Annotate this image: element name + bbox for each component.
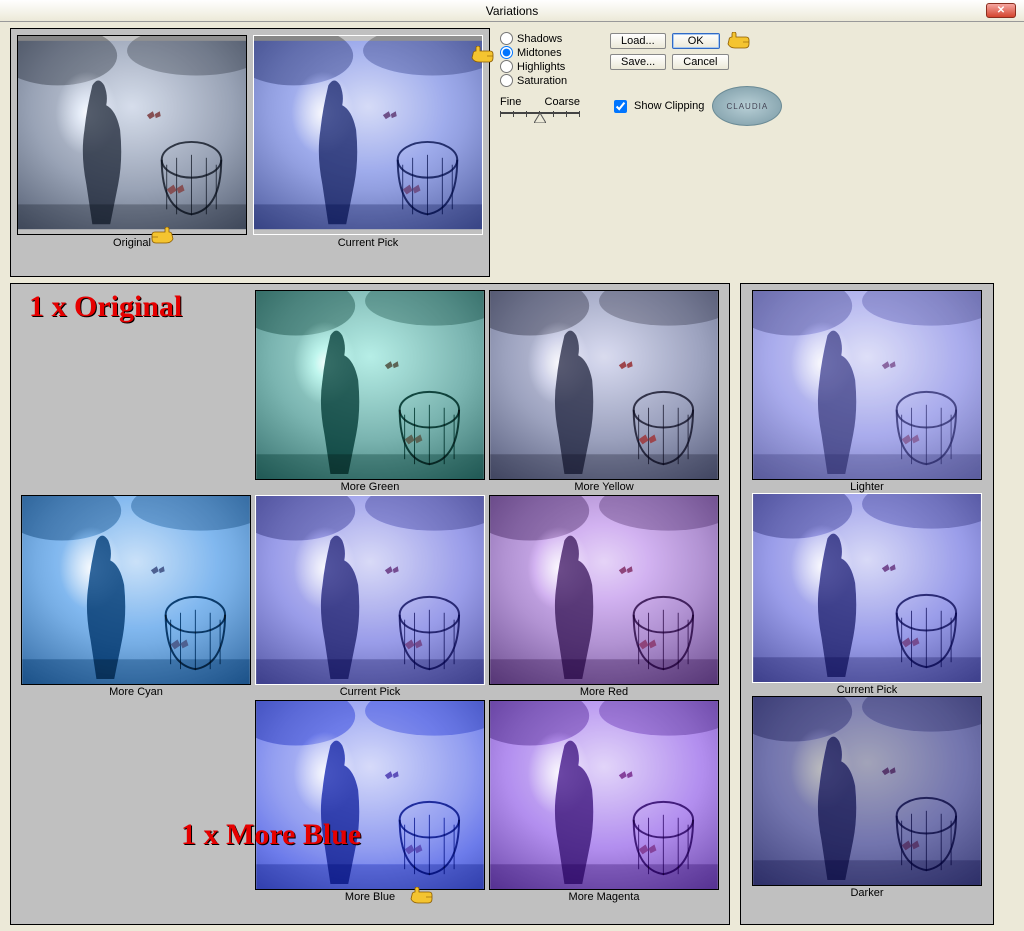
original-label: Original <box>17 237 247 249</box>
brightness-panel: Lighter Current Pick Darker <box>740 283 994 925</box>
hand-icon <box>726 32 752 50</box>
hand-icon <box>409 887 435 905</box>
annotation-more-blue: 1 x More Blue <box>181 818 361 852</box>
current-pick-thumb[interactable] <box>253 35 483 235</box>
preview-box: Original Current Pick <box>10 28 490 277</box>
tone-controls: Shadows Midtones Highlights Saturation F… <box>500 28 580 117</box>
save-button[interactable]: Save... <box>610 54 666 70</box>
more-green-cell[interactable]: More Green <box>254 290 486 493</box>
radio-shadows[interactable]: Shadows <box>500 32 580 45</box>
titlebar: Variations ✕ <box>0 0 1024 22</box>
close-button[interactable]: ✕ <box>986 3 1016 18</box>
ok-button[interactable]: OK <box>672 33 720 49</box>
load-button[interactable]: Load... <box>610 33 666 49</box>
more-magenta-cell[interactable]: More Magenta <box>488 700 720 903</box>
darker-cell[interactable]: Darker <box>752 696 982 899</box>
window-title: Variations <box>486 4 538 18</box>
fine-coarse-slider[interactable]: FineCoarse <box>500 96 580 117</box>
hand-icon <box>149 227 175 245</box>
more-red-cell[interactable]: More Red <box>488 495 720 698</box>
annotation-original: 1 x Original <box>29 290 182 324</box>
more-cyan-cell[interactable]: More Cyan <box>20 495 252 698</box>
radio-highlights[interactable]: Highlights <box>500 60 580 73</box>
hand-icon <box>470 46 496 64</box>
more-blue-cell[interactable]: More Blue <box>254 700 486 903</box>
current-pick-cell[interactable]: Current Pick <box>254 495 486 698</box>
light-current-pick-cell[interactable]: Current Pick <box>752 493 982 696</box>
original-thumb[interactable] <box>17 35 247 235</box>
current-pick-label: Current Pick <box>253 237 483 249</box>
radio-saturation[interactable]: Saturation <box>500 74 580 87</box>
color-variations-panel: 1 x Original More Green More Yellow More… <box>10 283 730 925</box>
radio-midtones[interactable]: Midtones <box>500 46 580 59</box>
more-yellow-cell[interactable]: More Yellow <box>488 290 720 493</box>
show-clipping-checkbox[interactable]: Show Clipping <box>610 97 704 116</box>
cancel-button[interactable]: Cancel <box>672 54 728 70</box>
lighter-cell[interactable]: Lighter <box>752 290 982 493</box>
claudia-badge: CLAUDIA <box>712 86 782 126</box>
